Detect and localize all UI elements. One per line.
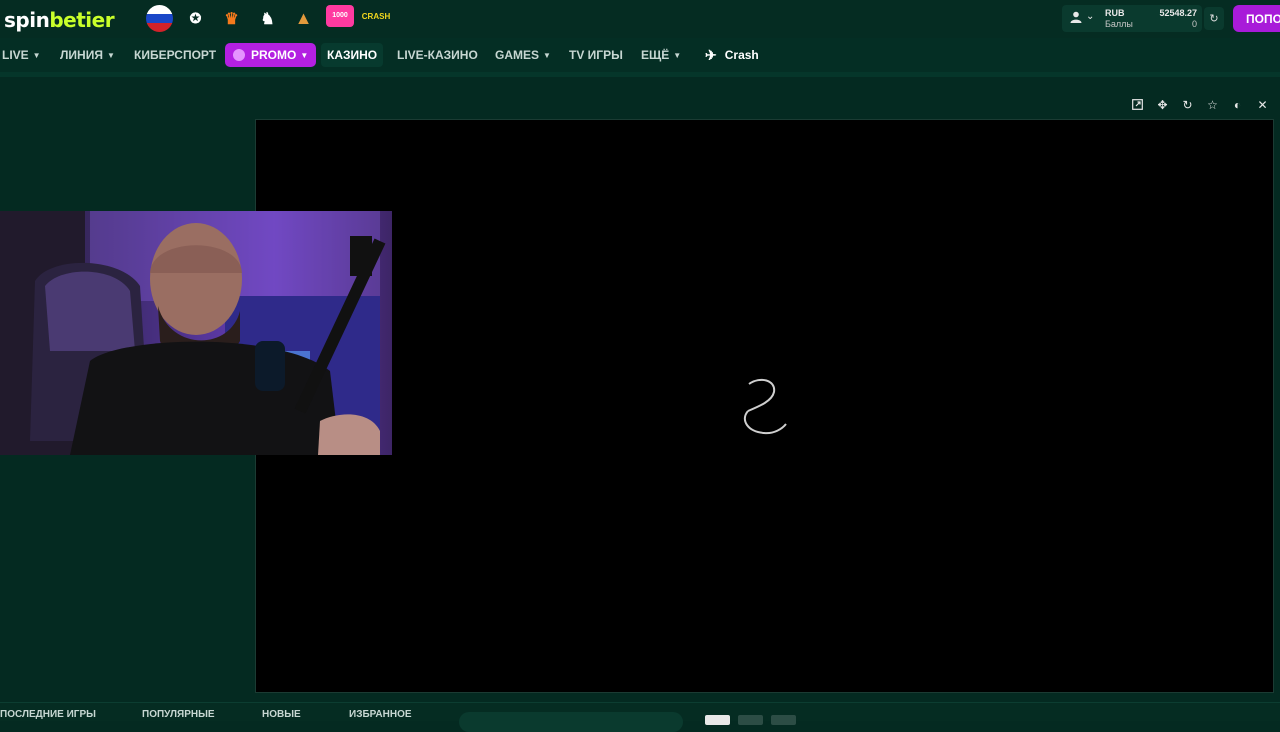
pyramid-icon[interactable]: ▲: [290, 5, 317, 32]
tab-favorites-label: ИЗБРАННОЕ: [349, 709, 412, 720]
tab-popular-label: ПОПУЛЯРНЫЕ: [142, 709, 215, 720]
view-toggle-large[interactable]: [705, 715, 730, 725]
nav-games-label: GAMES: [495, 48, 540, 62]
logo-part-spin: spin: [4, 8, 50, 32]
crash-game-icon[interactable]: CRASH: [361, 5, 391, 27]
nav-more-label: ЕЩЁ: [641, 48, 670, 62]
nav-crash[interactable]: ✈ Crash: [705, 38, 759, 72]
nav-live[interactable]: LIVE ▼: [2, 38, 41, 72]
casino-bottom-bar: ПОСЛЕДНИЕ ИГРЫ ПОПУЛЯРНЫЕ НОВЫЕ ИЗБРАННО…: [0, 702, 1280, 732]
currency-label: RUB: [1105, 8, 1125, 18]
promo-1000-text: 1000: [332, 12, 348, 19]
site-logo[interactable]: spinbetier: [4, 8, 115, 32]
tab-new[interactable]: НОВЫЕ: [262, 709, 301, 720]
logo-part-better: betier: [49, 8, 115, 32]
chevron-down-icon: ▼: [543, 50, 551, 60]
reload-icon[interactable]: ↻: [1179, 96, 1196, 113]
user-icon: [1070, 11, 1082, 26]
points-label: Баллы: [1105, 19, 1133, 29]
chevron-down-icon: ⌄: [1086, 11, 1095, 22]
nav-line-label: ЛИНИЯ: [60, 48, 103, 62]
nav-promo-label: PROMO: [251, 48, 297, 62]
webcam-overlay: [0, 211, 392, 455]
loading-spinner-icon: [743, 378, 787, 435]
points-value: 0: [1191, 19, 1197, 29]
game-toolbar: ✥ ↻ ☆ ◐ ✕: [1129, 96, 1271, 113]
nav-divider: [0, 72, 1280, 77]
nav-tv-games[interactable]: TV ИГРЫ: [569, 38, 623, 72]
tab-new-label: НОВЫЕ: [262, 709, 301, 720]
view-toggle-medium[interactable]: [738, 715, 763, 725]
quick-links: ✪ ♛ ♞ ▲ 1000 CRASH: [146, 5, 391, 32]
theme-toggle-icon[interactable]: ◐: [1229, 96, 1246, 113]
account-balance-widget[interactable]: ⌄ RUB Баллы 52548.27 0: [1062, 5, 1202, 32]
chevron-down-icon: ▼: [300, 50, 309, 60]
nav-line[interactable]: ЛИНИЯ ▼: [60, 38, 115, 72]
streamer-webcam-image: [0, 211, 392, 455]
nav-promo[interactable]: PROMO ▼: [225, 43, 317, 67]
nav-games[interactable]: GAMES ▼: [495, 38, 551, 72]
tab-recent-games-label: ПОСЛЕДНИЕ ИГРЫ: [0, 709, 96, 720]
nav-casino[interactable]: КАЗИНО: [321, 43, 384, 67]
balance-value: 52548.27: [1159, 8, 1197, 18]
game-search-input[interactable]: [459, 712, 683, 732]
promo-gear-icon: [233, 49, 245, 61]
deposit-button[interactable]: ПОПОЛНИТЬ: [1233, 5, 1280, 32]
tab-recent-games[interactable]: ПОСЛЕДНИЕ ИГРЫ: [0, 709, 96, 720]
nav-casino-label: КАЗИНО: [327, 48, 378, 62]
europa-league-icon[interactable]: ♛: [218, 5, 245, 32]
nav-esports-label: КИБЕРСПОРТ: [134, 48, 217, 62]
russia-flag-icon[interactable]: [146, 5, 173, 32]
nav-live-casino-label: LIVE-КАЗИНО: [397, 48, 478, 62]
nav-esports[interactable]: КИБЕРСПОРТ: [134, 38, 216, 72]
nav-more[interactable]: ЕЩЁ ▼: [641, 38, 681, 72]
move-icon[interactable]: ✥: [1154, 96, 1171, 113]
chevron-down-icon: ▼: [32, 50, 41, 60]
premier-league-icon[interactable]: ♞: [254, 5, 281, 32]
view-toggle-small[interactable]: [771, 715, 796, 725]
chevron-down-icon: ▼: [673, 50, 682, 60]
chevron-down-icon: ▼: [106, 50, 115, 60]
crash-game-text: CRASH: [361, 11, 391, 21]
tab-popular[interactable]: ПОПУЛЯРНЫЕ: [142, 709, 215, 720]
nav-crash-label: Crash: [724, 48, 759, 62]
favorite-star-icon[interactable]: ☆: [1204, 96, 1221, 113]
champions-league-icon[interactable]: ✪: [182, 5, 209, 32]
refresh-balance-button[interactable]: ↻: [1204, 7, 1224, 30]
main-nav: LIVE ▼ ЛИНИЯ ▼ КИБЕРСПОРТ PROMO ▼ КАЗИНО LI…: [0, 38, 1280, 77]
refresh-icon: ↻: [1209, 13, 1219, 25]
nav-live-casino[interactable]: LIVE-КАЗИНО: [397, 38, 478, 72]
game-iframe[interactable]: [255, 119, 1274, 693]
nav-tv-games-label: TV ИГРЫ: [569, 48, 623, 62]
nav-live-label: LIVE: [2, 48, 29, 62]
top-header: spinbetier ✪ ♛ ♞ ▲ 1000 CRASH ⌄ RUB Балл…: [0, 0, 1280, 38]
open-external-icon[interactable]: [1129, 96, 1146, 113]
close-icon[interactable]: ✕: [1254, 96, 1271, 113]
promo-1000-icon[interactable]: 1000: [326, 5, 354, 27]
airplane-icon: ✈: [705, 46, 717, 63]
tab-favorites[interactable]: ИЗБРАННОЕ: [349, 709, 412, 720]
